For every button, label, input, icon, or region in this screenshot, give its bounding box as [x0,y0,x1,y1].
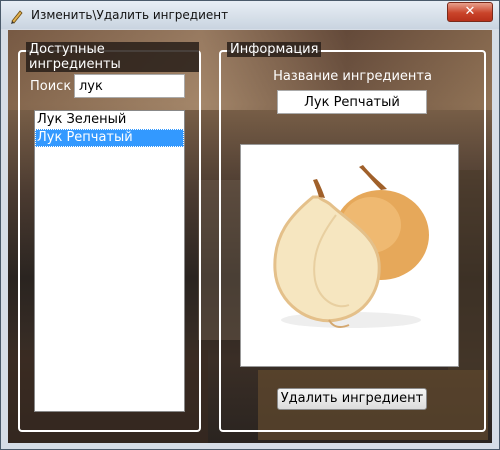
available-ingredients-legend: Доступные ингредиенты [26,42,199,72]
ingredient-name-field[interactable] [277,90,427,114]
search-label: Поиск [30,79,72,94]
onion-image [273,165,429,329]
window-title: Изменить\Удалить ингредиент [31,8,229,22]
search-input[interactable] [74,74,185,98]
list-item[interactable]: Лук Зеленый [35,111,184,129]
close-icon: ✕ [464,4,476,19]
client-area: Доступные ингредиенты Поиск Лук Зеленый … [8,30,492,443]
information-group: Информация Название ингредиента Удалить … [219,42,486,432]
ingredient-name-label: Название ингредиента [273,69,432,84]
ingredients-listbox[interactable]: Лук Зеленый Лук Репчатый [34,110,185,412]
ingredient-picture [240,144,459,367]
information-legend: Информация [227,42,322,57]
list-item[interactable]: Лук Репчатый [35,129,184,147]
pencil-icon [11,10,23,24]
delete-ingredient-button[interactable]: Удалить ингредиент [277,388,427,410]
title-bar[interactable]: Изменить\Удалить ингредиент ✕ [1,1,499,29]
available-ingredients-group: Доступные ингредиенты Поиск Лук Зеленый … [18,42,201,432]
close-button[interactable]: ✕ [447,2,493,22]
app-window: Изменить\Удалить ингредиент ✕ Доступные … [0,0,500,450]
